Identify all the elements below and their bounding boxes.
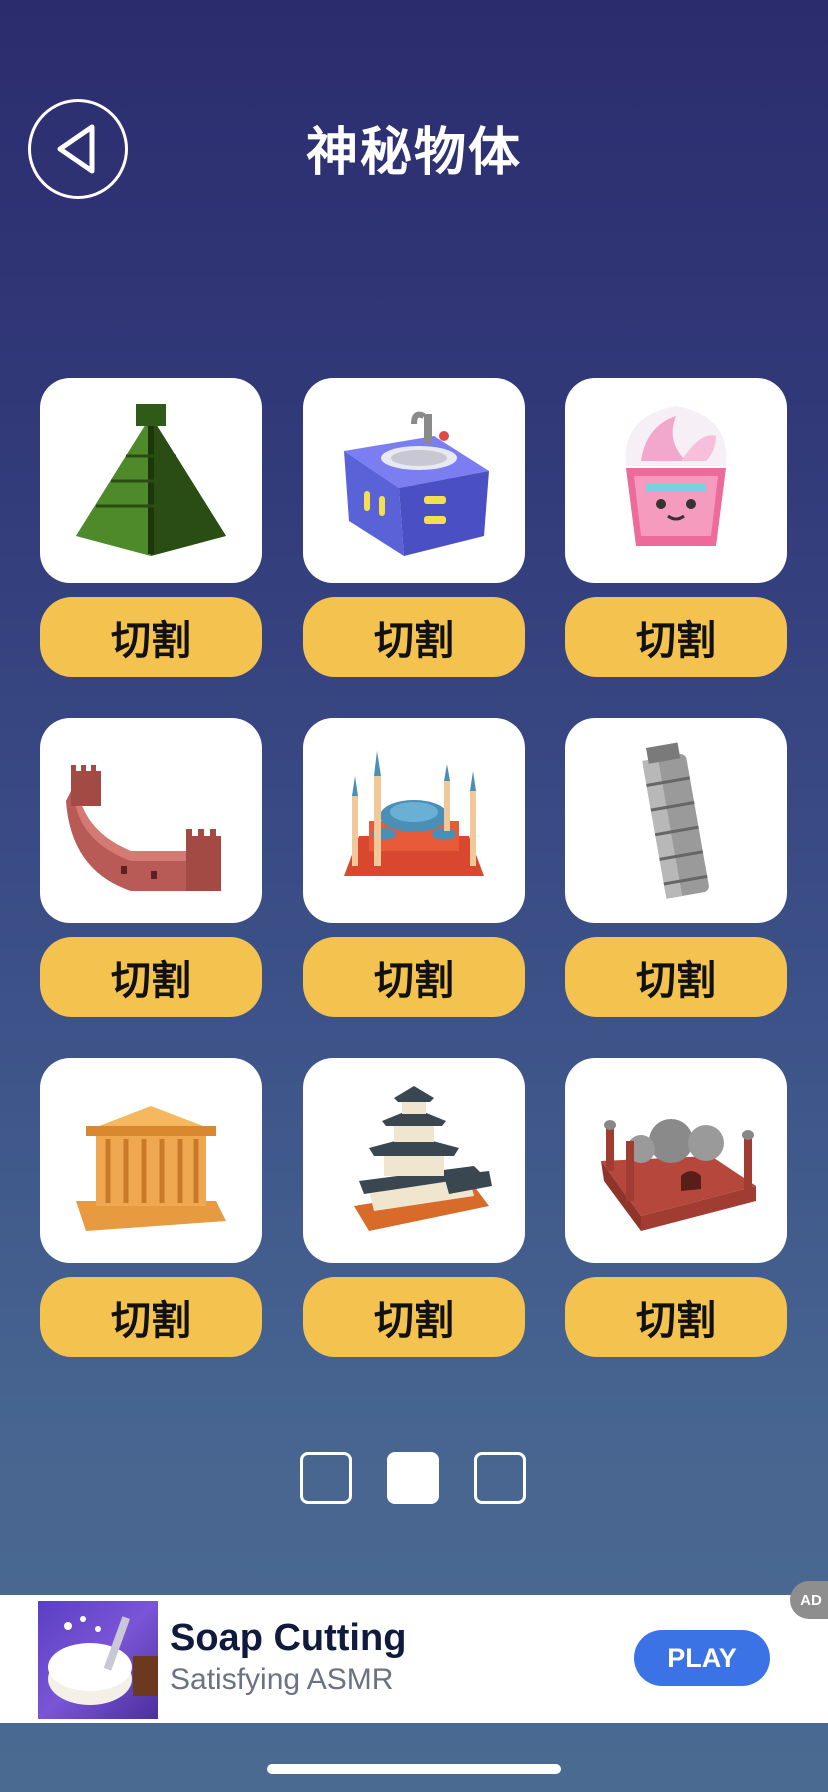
cut-button[interactable]: 切割 [303, 937, 525, 1017]
page-indicator-1[interactable] [300, 1452, 352, 1504]
cut-button[interactable]: 切割 [303, 1277, 525, 1357]
ad-badge[interactable]: AD [790, 1581, 828, 1619]
cut-button[interactable]: 切割 [565, 1277, 787, 1357]
item-card-leaning-tower[interactable] [565, 718, 787, 923]
ad-play-button[interactable]: PLAY [634, 1630, 770, 1686]
item-card-red-fort-mosque[interactable] [565, 1058, 787, 1263]
cut-button[interactable]: 切割 [40, 1277, 262, 1357]
pyramid-icon [76, 403, 226, 556]
page-indicator-2-active[interactable] [387, 1452, 439, 1504]
cut-button[interactable]: 切割 [303, 597, 525, 677]
ad-banner[interactable]: Soap Cutting Satisfying ASMR PLAY AD [0, 1581, 828, 1723]
item-card-japanese-castle[interactable] [303, 1058, 525, 1263]
great-wall-icon [66, 764, 221, 891]
cut-button[interactable]: 切割 [40, 597, 262, 677]
item-card-ice-cream-cup[interactable] [565, 378, 787, 583]
item-card-sink-cabinet[interactable] [303, 378, 525, 583]
item-card-greek-temple[interactable] [40, 1058, 262, 1263]
mosque-icon [344, 750, 484, 876]
home-indicator [267, 1764, 561, 1774]
ad-title: Soap Cutting [170, 1617, 407, 1659]
ice-cream-cup-icon [625, 405, 727, 546]
page-indicator-3[interactable] [474, 1452, 526, 1504]
soap-icon [48, 1616, 158, 1705]
red-fort-mosque-icon [601, 1118, 756, 1231]
page-title: 神秘物体 [305, 123, 522, 183]
japanese-castle-icon [354, 1085, 492, 1231]
sink-cabinet-icon [344, 411, 489, 556]
leaning-tower-icon [642, 741, 709, 899]
cut-button[interactable]: 切割 [565, 597, 787, 677]
cut-button[interactable]: 切割 [565, 937, 787, 1017]
item-card-mosque[interactable] [303, 718, 525, 923]
ad-subtitle: Satisfying ASMR [170, 1663, 394, 1696]
ad-app-icon[interactable] [38, 1601, 158, 1719]
item-card-great-wall[interactable] [40, 718, 262, 923]
item-card-pyramid[interactable] [40, 378, 262, 583]
greek-temple-icon [76, 1105, 226, 1231]
cut-button[interactable]: 切割 [40, 937, 262, 1017]
